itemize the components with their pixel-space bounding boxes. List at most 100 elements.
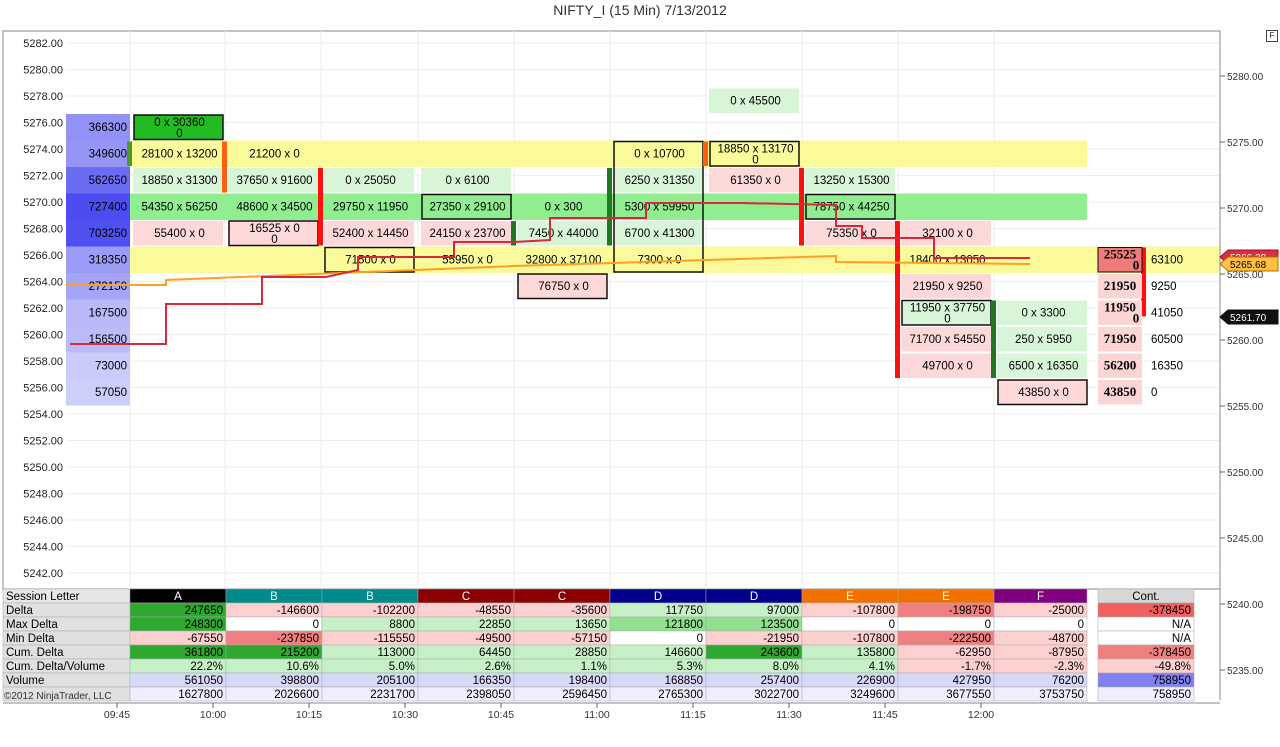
- time-label: 10:15: [296, 709, 322, 721]
- delta-bar: [607, 168, 612, 246]
- table-cell: -48700: [1048, 633, 1084, 645]
- table-cell: 2596450: [562, 689, 607, 701]
- footprint-cell-text: 6250 x 31350: [625, 175, 695, 187]
- right-price-label: 5275.00: [1227, 138, 1264, 149]
- current-bar-ask: 60500: [1151, 334, 1183, 346]
- table-cell: 1.1%: [581, 661, 607, 673]
- current-bar-sub: 0: [1133, 311, 1140, 326]
- left-price-label: 5246.00: [23, 515, 63, 527]
- time-label: 11:00: [584, 709, 610, 721]
- table-cell: -48550: [475, 605, 511, 617]
- table-cell: -62950: [955, 647, 991, 659]
- right-price-label: 5255.00: [1227, 402, 1264, 413]
- left-price-label: 5274.00: [23, 144, 63, 156]
- footprint-cell-text: 0 x 45500: [730, 96, 781, 108]
- table-header-text: B: [366, 591, 374, 603]
- right-price-label: 5235.00: [1227, 666, 1264, 677]
- current-bar-bid: 71950: [1104, 331, 1137, 346]
- table-cell: 758950: [1153, 689, 1191, 701]
- time-label: 10:00: [200, 709, 226, 721]
- left-price-label: 5262.00: [23, 303, 63, 315]
- left-price-label: 5280.00: [23, 65, 63, 77]
- left-price-label: 5278.00: [23, 91, 63, 103]
- price-tag-current-text: 5261.70: [1230, 313, 1267, 324]
- price-tag-vwap-text: 5265.68: [1230, 260, 1267, 271]
- left-price-label: 5258.00: [23, 356, 63, 368]
- table-cell: 758950: [1153, 675, 1191, 687]
- table-row-label: Volume: [6, 675, 44, 687]
- table-cell: -378450: [1149, 647, 1191, 659]
- table-cell: 0: [313, 619, 319, 631]
- left-price-label: 5248.00: [23, 489, 63, 501]
- table-cell: 8800: [389, 619, 415, 631]
- table-cell: 123500: [761, 619, 799, 631]
- footprint-chart[interactable]: 366300 349600 562650 727400 703250 318350 2721…: [0, 0, 1280, 747]
- footprint-cell-text: 6500 x 16350: [1009, 361, 1079, 373]
- footprint-cell-sub: 0: [752, 155, 758, 167]
- footprint-cell-sub: 0: [176, 128, 182, 140]
- table-cell: 198400: [569, 675, 607, 687]
- footprint-cell-text: 0 x 10700: [634, 149, 685, 161]
- footprint-cell-text: 43850 x 0: [1018, 387, 1069, 399]
- footprint-cell-text: 28100 x 13200: [141, 149, 217, 161]
- left-price-label: 5252.00: [23, 436, 63, 448]
- table-cell: 561050: [185, 675, 223, 687]
- table-cell: 427950: [953, 675, 991, 687]
- table-cell-bg: [897, 616, 995, 632]
- table-cell: 76200: [1052, 675, 1084, 687]
- table-cell: 2398050: [466, 689, 511, 701]
- table-cell: 226900: [857, 675, 895, 687]
- left-price-label: 5242.00: [23, 568, 63, 580]
- table-header-text: E: [846, 591, 854, 603]
- table-header-text: C: [462, 591, 470, 603]
- left-price-label: 5244.00: [23, 542, 63, 554]
- footprint-cell-text: 0 x 6100: [445, 175, 489, 187]
- volume-profile-value: 272150: [89, 281, 127, 293]
- table-cell: 257400: [761, 675, 799, 687]
- table-cell: 215200: [281, 647, 319, 659]
- right-price-label: 5250.00: [1227, 468, 1264, 479]
- table-header-text: D: [750, 591, 758, 603]
- table-cell: 97000: [767, 605, 799, 617]
- table-cell: -25000: [1048, 605, 1084, 617]
- footprint-cell-sub: 0: [271, 234, 277, 246]
- current-bar-bid: 43850: [1104, 384, 1137, 399]
- volume-profile-value: 318350: [89, 255, 127, 267]
- footprint-cell-text: 6700 x 41300: [625, 228, 695, 240]
- table-cell: -21950: [763, 633, 799, 645]
- time-label: 12:00: [968, 709, 994, 721]
- time-label: 11:30: [776, 709, 802, 721]
- table-cell: 247650: [185, 605, 223, 617]
- footprint-cell-text: 54350 x 56250: [141, 202, 217, 214]
- table-cell: 0: [1078, 619, 1084, 631]
- table-cell: 117750: [665, 605, 703, 617]
- footprint-cell-text: 250 x 5950: [1015, 334, 1072, 346]
- table-cell: 3753750: [1039, 689, 1084, 701]
- right-price-label: 5265.00: [1227, 270, 1264, 281]
- table-cell: -146600: [277, 605, 319, 617]
- volume-profile-value: 366300: [89, 122, 127, 134]
- left-price-label: 5264.00: [23, 277, 63, 289]
- table-header-text: Session Letter: [6, 591, 80, 603]
- table-cell: 2765300: [658, 689, 703, 701]
- table-cell-bg: [801, 616, 899, 632]
- delta-bar: [127, 141, 132, 166]
- left-price-label: 5260.00: [23, 330, 63, 342]
- footprint-cell-text: 18400 x 13050: [909, 255, 985, 267]
- footprint-cell-text: 7450 x 44000: [529, 228, 599, 240]
- current-bar-ask: 9250: [1151, 281, 1177, 293]
- footprint-cell-text: 55400 x 0: [154, 228, 205, 240]
- footprint-cell-text: 13250 x 15300: [813, 175, 889, 187]
- footprint-cell-text: 29750 x 11950: [333, 202, 408, 214]
- delta-bar: [799, 168, 804, 246]
- table-cell: -49500: [475, 633, 511, 645]
- time-label: 11:45: [872, 709, 898, 721]
- table-cell-bg: [993, 616, 1088, 632]
- table-cell: -2.3%: [1054, 661, 1084, 673]
- volume-profile-value: 167500: [89, 308, 127, 320]
- table-cell: 3022700: [754, 689, 799, 701]
- right-price-label: 5280.00: [1227, 72, 1264, 83]
- left-price-label: 5250.00: [23, 462, 63, 474]
- current-bar-ask: 0: [1151, 387, 1157, 399]
- left-price-label: 5254.00: [23, 409, 63, 421]
